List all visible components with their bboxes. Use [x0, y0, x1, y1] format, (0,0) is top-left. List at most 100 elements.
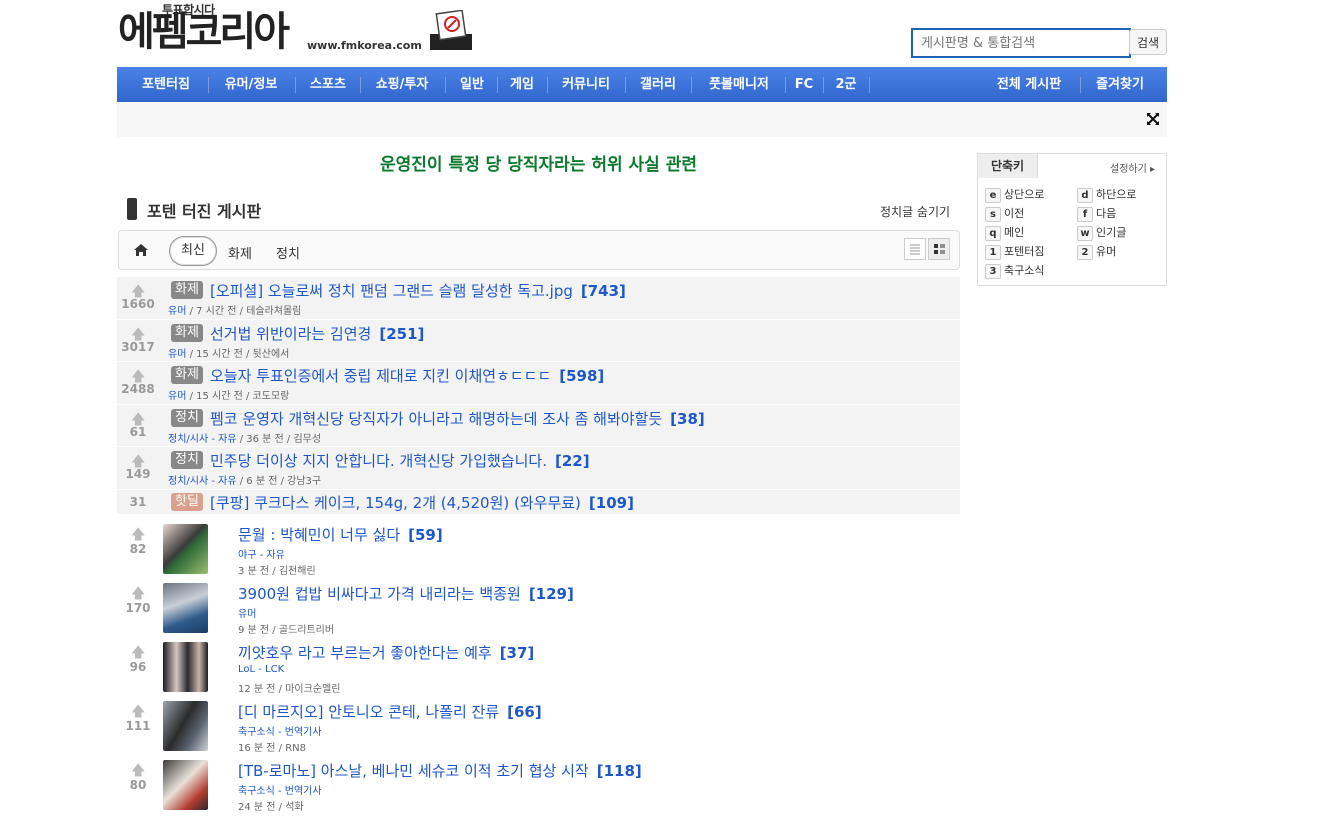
shortcut-humor[interactable]: 2 유머: [1077, 243, 1116, 260]
nav-item-general[interactable]: 일반: [450, 67, 494, 102]
post-thumbnail[interactable]: [163, 523, 208, 574]
ballot-box-icon: [430, 10, 472, 50]
list-item[interactable]: 🡅 82 문월 : 박혜민이 너무 싫다 [59] 야구 - 자유 3 분 전 /…: [117, 523, 960, 583]
list-item[interactable]: 🡅 111 [디 마르지오] 안토니오 콘테, 나폴리 잔류 [66] 축구소식 …: [117, 700, 960, 760]
table-row[interactable]: 🡅 3017 화제 선거법 위반이라는 김연경 [251] 유머 / 15 시간 …: [117, 319, 960, 362]
table-row[interactable]: 🡅 149 정치 민주당 더이상 지지 안합니다. 개혁신당 가입했습니다. [2…: [117, 447, 960, 490]
category-badge: 화제: [171, 366, 203, 384]
post-title[interactable]: 3900원 컵밥 비싸다고 가격 내리라는 백종원 [129]: [238, 583, 574, 604]
comment-count: [118]: [596, 761, 642, 780]
post-thumbnail[interactable]: [163, 641, 208, 692]
post-list: 🡅 1660 화제 [오피셜] 오늘로써 정치 팬덤 그랜드 슬램 달성한 독고…: [117, 277, 960, 819]
hide-politics-link[interactable]: 정치글 숨기기: [880, 203, 950, 220]
list-item[interactable]: 🡅 96 끼얏호우 라고 부르는거 좋아한다는 예후 [37] LoL - LCK…: [117, 641, 960, 701]
webzine-view-icon: [934, 244, 945, 254]
search-button[interactable]: 검색: [1129, 29, 1167, 55]
post-meta: 3 분 전 / 김천해린: [238, 565, 316, 577]
post-meta: 12 분 전 / 마이크순멜린: [238, 683, 341, 695]
list-item[interactable]: 🡅 170 3900원 컵밥 비싸다고 가격 내리라는 백종원 [129] 유머 …: [117, 582, 960, 642]
tab-trending[interactable]: 화제: [228, 243, 252, 262]
post-title[interactable]: [오피셜] 오늘로써 정치 팬덤 그랜드 슬램 달성한 독고.jpg [743]: [210, 280, 626, 301]
post-title[interactable]: [TB-로마노] 아스날, 베나민 세슈코 이적 초기 협상 시작 [118]: [238, 760, 642, 781]
comment-count: [59]: [408, 525, 443, 544]
post-thumbnail[interactable]: [163, 582, 208, 633]
board-title-marker: [127, 198, 137, 220]
sub-bar: [117, 102, 1167, 137]
expand-icon[interactable]: [1146, 112, 1160, 126]
comment-count: [38]: [670, 409, 705, 428]
shortcut-potenteojim[interactable]: 1 포텐터짐: [985, 243, 1044, 260]
post-title[interactable]: 선거법 위반이라는 김연경 [251]: [210, 323, 424, 344]
table-row[interactable]: 🡅 61 정치 펨코 운영자 개혁신당 당직자가 아니라고 해명하는데 조사 좀…: [117, 404, 960, 447]
category-badge: 정치: [171, 451, 203, 469]
post-title[interactable]: 민주당 더이상 지지 안합니다. 개혁신당 가입했습니다. [22]: [210, 450, 590, 471]
post-meta: 유머 / 15 시간 전 / 코도모랑: [168, 391, 290, 402]
vote-count: 2488: [121, 382, 155, 396]
shortcut-settings-link[interactable]: 설정하기 ▸: [1110, 160, 1155, 175]
nav-item-all-boards[interactable]: 전체 게시판: [987, 67, 1071, 102]
shortcut-football-news[interactable]: 3 축구소식: [985, 262, 1044, 279]
comment-count: [743]: [580, 282, 626, 300]
shortcut-tab[interactable]: 단축키: [978, 154, 1038, 178]
nav-item-football-manager[interactable]: 풋볼매니저: [696, 67, 782, 102]
nav-item-sports[interactable]: 스포츠: [300, 67, 356, 102]
post-title[interactable]: 끼얏호우 라고 부르는거 좋아한다는 예후 [37]: [238, 642, 534, 663]
post-meta: 9 분 전 / 골드리트리버: [238, 624, 335, 636]
post-category[interactable]: 야구 - 자유: [238, 546, 285, 561]
logo-url: www.fmkorea.com: [307, 39, 422, 52]
post-title[interactable]: 오늘자 투표인증에서 중립 제대로 지킨 이채연ㅎㄷㄷㄷ [598]: [210, 365, 604, 386]
post-meta: 유머 / 7 시간 전 / 테슬라쳐몰림: [168, 306, 302, 317]
comment-count: [22]: [554, 452, 590, 470]
post-thumbnail[interactable]: [163, 759, 208, 810]
search-input[interactable]: [911, 28, 1131, 58]
vote-count: 111: [125, 718, 151, 733]
shortcut-main[interactable]: q 메인: [985, 224, 1024, 241]
site-logo[interactable]: 에펨코리아: [118, 10, 290, 54]
vote-count: 61: [129, 424, 147, 439]
shortcut-prev[interactable]: s 이전: [985, 205, 1024, 222]
table-row[interactable]: 🡅 2488 화제 오늘자 투표인증에서 중립 제대로 지킨 이채연ㅎㄷㄷㄷ [5…: [117, 362, 960, 405]
comment-count: [37]: [499, 643, 535, 662]
shortcut-popular[interactable]: w 인기글: [1077, 224, 1126, 241]
post-category[interactable]: 축구소식 - 번역기사: [238, 723, 322, 738]
nav-item-potenteojim[interactable]: 포텐터짐: [131, 67, 201, 102]
vote-count: 149: [125, 467, 151, 481]
post-title[interactable]: 문월 : 박혜민이 너무 싫다 [59]: [238, 524, 443, 545]
nav-item-gallery[interactable]: 갤러리: [630, 67, 686, 102]
nav-item-2gun[interactable]: 2군: [828, 67, 864, 102]
tab-politics[interactable]: 정치: [276, 243, 300, 262]
caret-right-icon: ▸: [1150, 164, 1156, 175]
notice-banner[interactable]: 운영진이 특정 당 당직자라는 허위 사실 관련: [117, 150, 960, 175]
comment-count: [109]: [588, 493, 634, 512]
category-badge: 화제: [171, 323, 203, 342]
hotdeal-badge: 핫딜: [171, 492, 203, 511]
post-category[interactable]: 축구소식 - 번역기사: [238, 782, 322, 797]
post-title[interactable]: [쿠팡] 쿠크다스 케이크, 154g, 2개 (4,520원) (와우무료)[…: [210, 492, 634, 513]
tab-latest[interactable]: 최신: [169, 236, 217, 266]
table-row[interactable]: 🡅 1660 화제 [오피셜] 오늘로써 정치 팬덤 그랜드 슬램 달성한 독고…: [117, 277, 960, 320]
home-icon[interactable]: [133, 243, 149, 257]
list-item[interactable]: 🡅 80 [TB-로마노] 아스날, 베나민 세슈코 이적 초기 협상 시작 [1…: [117, 759, 960, 819]
list-view-button[interactable]: [904, 238, 926, 260]
nav-item-favorites[interactable]: 즐겨찾기: [1087, 67, 1153, 102]
vote-count: 82: [129, 541, 147, 556]
nav-item-humor[interactable]: 유머/정보: [213, 67, 289, 102]
post-title[interactable]: 펨코 운영자 개혁신당 당직자가 아니라고 해명하는데 조사 좀 해봐야할듯 [3…: [210, 408, 705, 429]
post-meta: 16 분 전 / RN8: [238, 742, 306, 754]
post-thumbnail[interactable]: [163, 700, 208, 751]
shortcut-top[interactable]: e 상단으로: [985, 186, 1044, 203]
nav-item-community[interactable]: 커뮤니티: [552, 67, 620, 102]
nav-item-fc[interactable]: FC: [790, 67, 818, 102]
hotdeal-row[interactable]: 31 핫딜 [쿠팡] 쿠크다스 케이크, 154g, 2개 (4,520원) (…: [117, 489, 960, 515]
post-category[interactable]: LoL - LCK: [238, 664, 284, 675]
post-meta: 24 분 전 / 석화: [238, 801, 304, 813]
webzine-view-button[interactable]: [928, 238, 950, 260]
nav-item-shopping[interactable]: 쇼핑/투자: [365, 67, 439, 102]
vote-count: 96: [129, 659, 147, 674]
shortcut-next[interactable]: f 다음: [1077, 205, 1116, 222]
nav-item-game[interactable]: 게임: [502, 67, 542, 102]
board-title: 포텐 터진 게시판: [147, 202, 262, 221]
post-category[interactable]: 유머: [238, 605, 256, 620]
post-title[interactable]: [디 마르지오] 안토니오 콘테, 나폴리 잔류 [66]: [238, 701, 542, 722]
shortcut-bottom[interactable]: d 하단으로: [1077, 186, 1136, 203]
